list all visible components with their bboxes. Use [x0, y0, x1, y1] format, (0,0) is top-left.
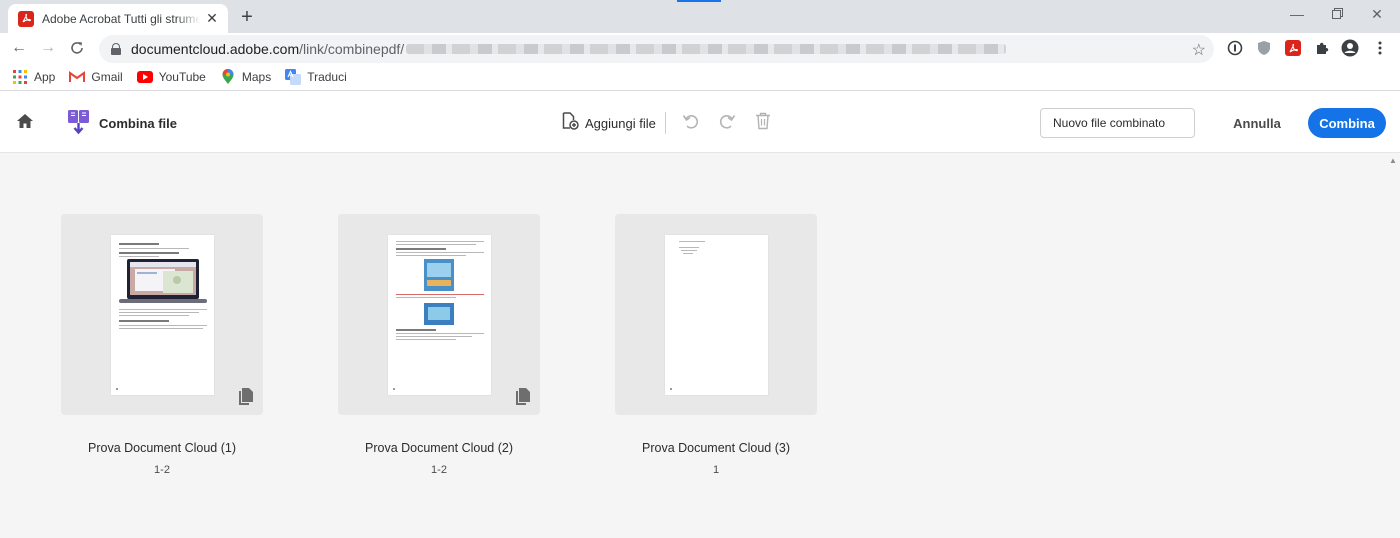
- maximize-button[interactable]: [1322, 4, 1352, 24]
- cancel-button[interactable]: Annulla: [1222, 108, 1292, 138]
- file-thumbnail[interactable]: [338, 214, 540, 415]
- bookmark-traduci[interactable]: Traduci: [285, 68, 347, 85]
- app-header: Combina file Aggiungi file Annulla Combi…: [0, 92, 1400, 153]
- file-name: Prova Document Cloud (1): [88, 441, 236, 455]
- file-card[interactable]: Prova Document Cloud (3) 1: [615, 214, 817, 476]
- app-title: Combina file: [99, 116, 178, 131]
- bookmark-app[interactable]: App: [12, 69, 55, 85]
- bookmark-gmail[interactable]: Gmail: [69, 69, 123, 85]
- bookmark-label: Maps: [241, 69, 272, 84]
- home-icon[interactable]: [16, 112, 36, 132]
- url-path: /link/combinepdf/: [299, 41, 405, 57]
- multiple-pages-icon: [239, 388, 253, 405]
- gmail-icon: [69, 69, 86, 85]
- browser-tab[interactable]: Adobe Acrobat Tutti gli strumenti ✕: [8, 4, 228, 33]
- lock-icon: [111, 43, 121, 55]
- address-bar[interactable]: documentcloud.adobe.com /link/combinepdf…: [99, 35, 1214, 63]
- add-file-label: Aggiungi file: [585, 115, 656, 131]
- undo-icon[interactable]: [682, 112, 704, 134]
- bookmark-label: Gmail: [91, 69, 123, 84]
- reload-icon[interactable]: [66, 37, 88, 59]
- browser-tabstrip: Adobe Acrobat Tutti gli strumenti ✕ + — …: [0, 0, 1400, 33]
- bookmark-label: App: [34, 69, 56, 84]
- bookmark-star-icon[interactable]: ☆: [1192, 40, 1206, 60]
- tab-drop-indicator: [677, 0, 721, 2]
- combine-button[interactable]: Combina: [1308, 108, 1386, 138]
- translate-icon: [285, 68, 302, 85]
- multiple-pages-icon: [516, 388, 530, 405]
- browser-toolbar: ← → documentcloud.adobe.com /link/combin…: [0, 33, 1400, 63]
- bookmark-label: YouTube: [158, 69, 206, 84]
- tab-title: Adobe Acrobat Tutti gli strumenti: [42, 11, 200, 26]
- forward-arrow-icon[interactable]: →: [37, 37, 59, 59]
- new-tab-button[interactable]: +: [236, 6, 258, 28]
- file-thumbnail[interactable]: [61, 214, 263, 415]
- page-preview: [665, 235, 768, 395]
- extensions-puzzle-icon[interactable]: [1313, 39, 1331, 57]
- tab-close-icon[interactable]: ✕: [204, 10, 220, 27]
- bookmarks-bar: App Gmail YouTube Maps Traduci: [0, 63, 1400, 91]
- file-page-range: 1: [712, 464, 720, 476]
- laptop-image: [119, 259, 207, 303]
- url-redacted-query: [406, 44, 1007, 54]
- screenshot-image: [424, 303, 454, 325]
- minimize-button[interactable]: —: [1282, 4, 1312, 24]
- add-file-button[interactable]: Aggiungi file: [562, 111, 656, 135]
- youtube-icon: [136, 69, 153, 85]
- file-page-range: 1-2: [154, 464, 170, 476]
- screenshot-image: [424, 259, 454, 291]
- file-name: Prova Document Cloud (3): [642, 441, 790, 455]
- bookmark-youtube[interactable]: YouTube: [136, 69, 206, 85]
- close-window-button[interactable]: ✕: [1362, 4, 1392, 24]
- add-file-icon: [562, 111, 579, 135]
- acrobat-extension-icon[interactable]: [1284, 39, 1302, 57]
- combined-file-name-input[interactable]: [1040, 108, 1195, 138]
- back-arrow-icon[interactable]: ←: [8, 37, 30, 59]
- combine-files-icon: [66, 109, 92, 135]
- password-manager-icon[interactable]: [1226, 39, 1244, 57]
- bookmark-label: Traduci: [307, 69, 347, 84]
- page-preview: [388, 235, 491, 395]
- toolbar-divider: [665, 112, 666, 134]
- file-card[interactable]: Prova Document Cloud (2) 1-2: [338, 214, 540, 476]
- file-thumbnail[interactable]: [615, 214, 817, 415]
- file-grid: ▲ Prova Document Cloud (1) 1-2 Prova Doc…: [0, 153, 1400, 538]
- scroll-up-arrow-icon[interactable]: ▲: [1388, 156, 1398, 165]
- shield-extension-icon[interactable]: [1255, 39, 1273, 57]
- profile-avatar-icon[interactable]: [1341, 39, 1359, 57]
- apps-grid-icon: [12, 69, 28, 85]
- browser-menu-icon[interactable]: [1371, 39, 1389, 57]
- acrobat-favicon-icon: [18, 10, 34, 27]
- redo-icon[interactable]: [718, 112, 740, 134]
- file-page-range: 1-2: [431, 464, 447, 476]
- file-card[interactable]: Prova Document Cloud (1) 1-2: [61, 214, 263, 476]
- url-host: documentcloud.adobe.com: [131, 41, 300, 57]
- page-preview: [111, 235, 214, 395]
- file-name: Prova Document Cloud (2): [365, 441, 513, 455]
- bookmark-maps[interactable]: Maps: [220, 68, 272, 85]
- delete-trash-icon[interactable]: [755, 112, 777, 134]
- maps-icon: [220, 68, 236, 85]
